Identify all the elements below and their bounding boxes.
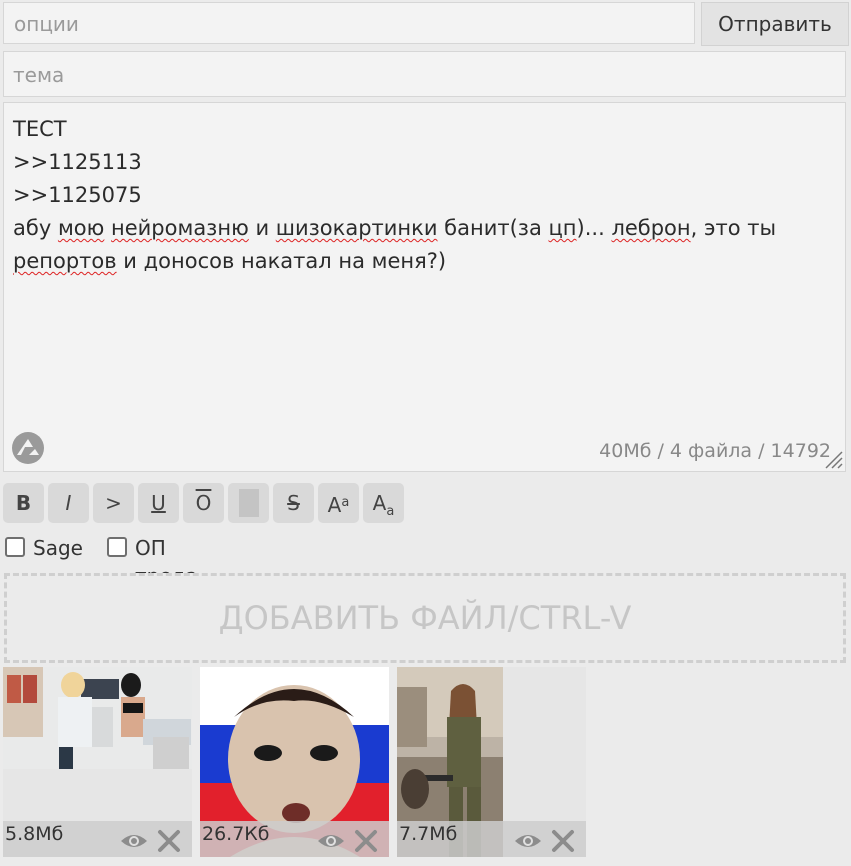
misspelled-word: шизокартинки [275,216,438,240]
file-size: 7.7Мб [399,823,458,845]
comment-text-part [104,216,111,240]
eye-icon[interactable] [514,831,542,851]
misspelled-word: нейромазню [111,216,249,240]
send-button[interactable]: Отправить [701,2,849,46]
close-icon[interactable] [157,829,181,853]
comment-text-part: , это ты [690,216,783,240]
op-checkbox[interactable] [107,537,127,557]
comment-text-part: банит(за [437,216,549,240]
sage-checkbox[interactable] [5,537,25,557]
superscript-small: a [341,495,350,510]
misspelled-word: леброн [611,216,691,240]
italic-button[interactable]: I [48,483,89,523]
thumbnail-image [3,667,192,769]
misspelled-word: репортов [13,249,117,273]
limits-counter: 40Мб / 4 файла / 14792 [599,440,831,462]
bold-button[interactable]: B [3,483,44,523]
spoiler-icon [238,488,259,517]
strike-button[interactable]: S [273,483,314,523]
quote-button[interactable]: > [93,483,134,523]
close-icon[interactable] [551,829,575,853]
comment-text-part: )... [576,216,612,240]
file-thumbnail[interactable]: 26.7Кб [200,667,389,857]
eye-icon[interactable] [120,831,148,851]
options-input[interactable]: опции [3,2,695,44]
sage-label[interactable]: Sage [33,534,83,562]
subscript-small: a [386,504,395,519]
misspelled-word: цп [548,216,577,240]
site-logo-icon[interactable] [11,431,45,465]
file-thumbnail[interactable]: 7.7Мб [397,667,586,857]
file-thumbnail[interactable]: 5.8Мб [3,667,192,857]
comment-line: >>1125113 [13,150,142,174]
thumbnail-footer: 26.7Кб [200,821,389,857]
comment-line: ТЕСТ [13,117,67,141]
subject-input[interactable]: тема [3,51,846,97]
comment-textarea[interactable]: ТЕСТ >>1125113 >>1125075 абу мою нейрома… [3,102,846,472]
spoiler-button[interactable] [228,483,269,523]
superscript-main: A [327,493,342,517]
subscript-main: A [372,491,387,515]
underline-button[interactable]: U [138,483,179,523]
thumbnail-footer: 5.8Мб [3,821,192,857]
close-icon[interactable] [354,829,378,853]
comment-text-part: и [248,216,276,240]
comment-text[interactable]: ТЕСТ >>1125113 >>1125075 абу мою нейрома… [13,113,833,278]
overline-button[interactable]: O [183,483,224,523]
thumbnail-footer: 7.7Мб [397,821,586,857]
misspelled-word: мою [57,216,105,240]
comment-text-part: абу [13,216,58,240]
superscript-button[interactable]: Aa [318,483,359,523]
options-row: опции Отправить [3,2,849,46]
comment-line: >>1125075 [13,183,142,207]
subscript-button[interactable]: Aa [363,483,404,523]
comment-text-part: и доносов накатал на меня?) [116,249,447,273]
add-file-dropzone[interactable]: ДОБАВИТЬ ФАЙЛ/CTRL-V [4,573,846,663]
resize-handle-icon[interactable] [821,447,843,469]
eye-icon[interactable] [317,831,345,851]
file-size: 5.8Мб [5,823,64,845]
file-size: 26.7Кб [202,823,270,845]
